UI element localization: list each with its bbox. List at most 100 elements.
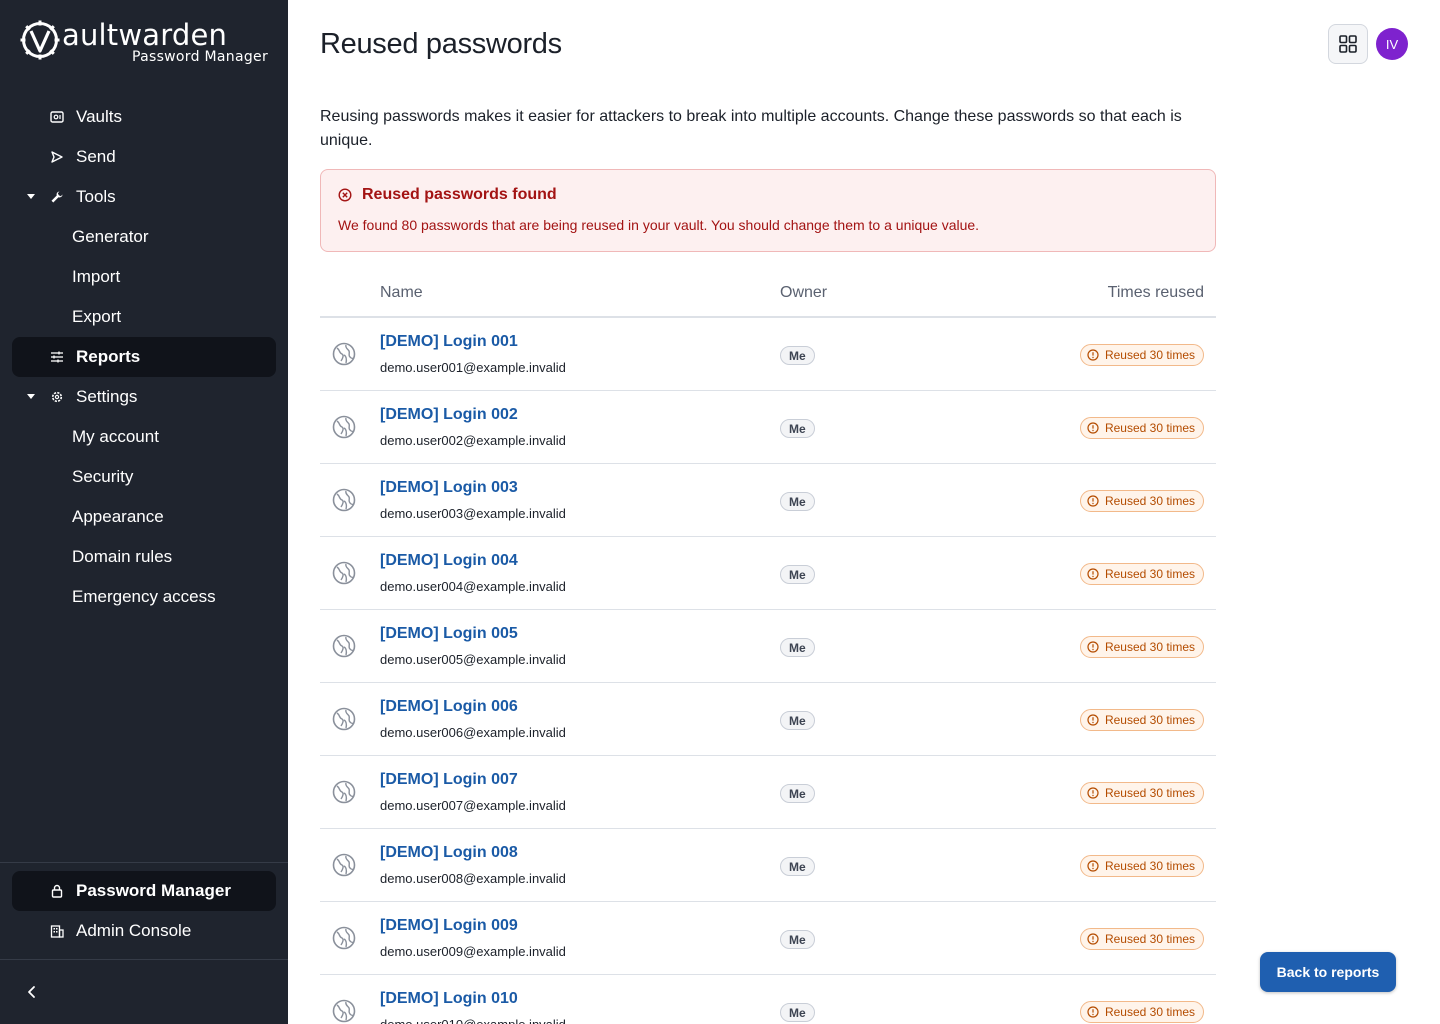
globe-icon [332,634,356,658]
warning-circle-icon [1087,349,1099,361]
item-username: demo.user001@example.invalid [380,360,566,375]
item-username: demo.user010@example.invalid [380,1017,566,1024]
item-name-link[interactable]: [DEMO] Login 008 [380,844,518,862]
column-header-times-reused[interactable]: Times reused [1108,284,1204,302]
sidebar-item-appearance[interactable]: Appearance [12,497,276,537]
item-name-link[interactable]: [DEMO] Login 001 [380,333,518,351]
globe-icon [332,415,356,439]
warning-circle-icon [1087,641,1099,653]
item-name-link[interactable]: [DEMO] Login 007 [380,771,518,789]
sidebar-divider [0,862,288,863]
sidebar-item-domain-rules[interactable]: Domain rules [12,537,276,577]
globe-icon [332,853,356,877]
globe-icon [332,561,356,585]
alert-title: Reused passwords found [362,186,557,203]
globe-icon [332,488,356,512]
item-name-link[interactable]: [DEMO] Login 010 [380,990,518,1008]
sidebar-item-emergency-access[interactable]: Emergency access [12,577,276,617]
item-name-link[interactable]: [DEMO] Login 003 [380,479,518,497]
sidebar-item-import[interactable]: Import [12,257,276,297]
sidebar-item-my-account[interactable]: My account [12,417,276,457]
times-reused-label: Reused 30 times [1104,932,1195,946]
vault-icon [50,111,64,123]
item-name-link[interactable]: [DEMO] Login 009 [380,917,518,935]
times-reused-badge: Reused 30 times [1079,709,1204,731]
item-username: demo.user005@example.invalid [380,652,566,667]
sidebar-item-tools[interactable]: Tools [12,177,276,217]
alert-message: We found 80 passwords that are being reu… [338,217,980,233]
table-row: [DEMO] Login 001 demo.user001@example.in… [320,318,1216,391]
table-body: [DEMO] Login 001 demo.user001@example.in… [320,318,1216,1024]
product-switcher-nav: Password Manager Admin Console [12,871,276,951]
owner-badge: Me [780,492,815,511]
item-username: demo.user008@example.invalid [380,871,566,886]
sidebar-item-label: Reports [76,347,141,366]
owner-badge: Me [780,857,815,876]
times-reused-badge: Reused 30 times [1079,417,1204,439]
page-title: Reused passwords [320,28,562,60]
sidebar-item-label: Domain rules [72,547,173,566]
sidebar-item-label: Send [76,147,116,166]
sidebar-nav: Vaults Send Tools Generator Import Expor… [12,97,276,617]
column-header-name[interactable]: Name [380,284,423,302]
table-row: [DEMO] Login 008 demo.user008@example.in… [320,829,1216,902]
vaultwarden-logo[interactable]: Vaultwarden Password Manager [20,20,268,64]
send-icon [51,151,63,163]
sidebar-item-settings[interactable]: Settings [12,377,276,417]
lock-icon [51,884,63,898]
times-reused-label: Reused 30 times [1104,859,1195,873]
item-name-link[interactable]: [DEMO] Login 002 [380,406,518,424]
brand-name: Vaultwarden [62,18,228,52]
column-header-owner[interactable]: Owner [780,284,827,302]
sidebar-item-label: My account [72,427,159,446]
owner-badge: Me [780,711,815,730]
chevron-left-icon[interactable] [24,984,40,1000]
sidebar-item-vaults[interactable]: Vaults [12,97,276,137]
sidebar-item-label: Security [72,467,134,486]
page-description: Reusing passwords makes it easier for at… [320,108,1182,149]
sidebar-item-password-manager[interactable]: Password Manager [12,871,276,911]
sidebar-item-export[interactable]: Export [12,297,276,337]
item-name-link[interactable]: [DEMO] Login 006 [380,698,518,716]
back-to-reports-button[interactable]: Back to reports [1260,952,1396,992]
times-reused-label: Reused 30 times [1104,1005,1195,1019]
owner-badge: Me [780,565,815,584]
vaultwarden-wheel-icon [20,20,60,60]
sliders-icon [51,351,63,363]
times-reused-label: Reused 30 times [1104,713,1195,727]
sidebar-item-send[interactable]: Send [12,137,276,177]
owner-badge: Me [780,930,815,949]
times-reused-badge: Reused 30 times [1079,855,1204,877]
app-switcher-button[interactable] [1328,24,1368,64]
warning-circle-icon [1087,1006,1099,1018]
item-username: demo.user003@example.invalid [380,506,566,521]
avatar[interactable]: IV [1376,28,1408,60]
sidebar-item-label: Vaults [76,107,122,126]
sidebar-item-generator[interactable]: Generator [12,217,276,257]
times-reused-badge: Reused 30 times [1079,636,1204,658]
warning-circle-icon [1087,860,1099,872]
table-row: [DEMO] Login 004 demo.user004@example.in… [320,537,1216,610]
times-reused-label: Reused 30 times [1104,348,1195,362]
owner-badge: Me [780,419,815,438]
item-name-link[interactable]: [DEMO] Login 004 [380,552,518,570]
building-icon [50,925,64,938]
owner-badge: Me [780,1003,815,1022]
item-name-link[interactable]: [DEMO] Login 005 [380,625,518,643]
sidebar-item-label: Emergency access [72,587,216,606]
times-reused-label: Reused 30 times [1104,640,1195,654]
sidebar-item-reports[interactable]: Reports [12,337,276,377]
table-row: [DEMO] Login 010 demo.user010@example.in… [320,975,1216,1024]
sidebar-item-label: Generator [72,227,149,246]
caret-down-icon [27,394,35,399]
table-row: [DEMO] Login 009 demo.user009@example.in… [320,902,1216,975]
times-reused-badge: Reused 30 times [1079,1001,1204,1023]
reused-passwords-table: Name Owner Times reused [DEMO] Login 001… [320,272,1216,1024]
globe-icon [332,780,356,804]
table-row: [DEMO] Login 007 demo.user007@example.in… [320,756,1216,829]
times-reused-label: Reused 30 times [1104,786,1195,800]
sidebar-item-admin-console[interactable]: Admin Console [12,911,276,951]
times-reused-label: Reused 30 times [1104,567,1195,581]
sidebar-item-security[interactable]: Security [12,457,276,497]
warning-circle-icon [1087,714,1099,726]
